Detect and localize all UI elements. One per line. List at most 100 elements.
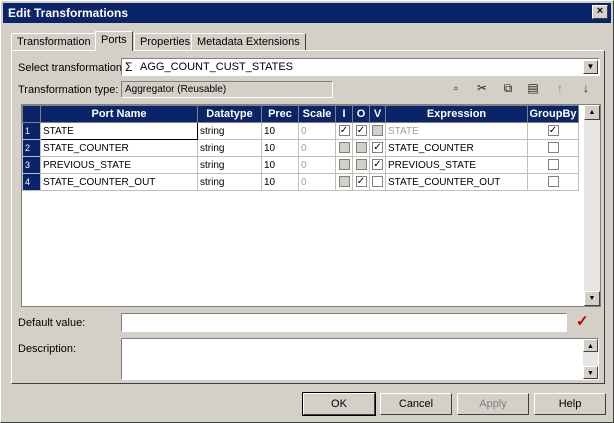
- input-port[interactable]: [335, 156, 353, 174]
- table-row[interactable]: 4 STATE_COUNTER_OUT string 10 0 ✓ STATE_COUNTE…: [22, 173, 579, 191]
- description-label: Description:: [18, 343, 77, 355]
- apply-button[interactable]: Apply: [457, 393, 529, 415]
- row-number[interactable]: 3: [22, 156, 41, 174]
- scale-cell[interactable]: 0: [298, 156, 336, 174]
- port-name-cell[interactable]: STATE: [40, 122, 198, 140]
- input-port[interactable]: [335, 173, 353, 191]
- help-button[interactable]: Help: [534, 393, 606, 415]
- input-port-checkbox[interactable]: [338, 142, 350, 154]
- output-port[interactable]: [352, 139, 370, 157]
- prec-cell[interactable]: 10: [261, 173, 299, 191]
- groupby-checkbox[interactable]: [547, 159, 559, 171]
- port-name-cell[interactable]: PREVIOUS_STATE: [40, 156, 198, 174]
- ok-button[interactable]: OK: [302, 392, 376, 416]
- groupby[interactable]: [527, 139, 579, 157]
- select-transformation-combo[interactable]: Σ AGG_COUNT_CUST_STATES ▼: [121, 58, 600, 76]
- select-transformation-value: AGG_COUNT_CUST_STATES: [140, 61, 294, 73]
- column-scale[interactable]: Scale: [298, 105, 336, 123]
- table-row[interactable]: 3 PREVIOUS_STATE string 10 0 ✓ PREVIOUS_STATE: [22, 156, 579, 174]
- expression-cell[interactable]: STATE: [385, 122, 528, 140]
- desc-scroll-down-icon[interactable]: ▼: [583, 366, 598, 379]
- groupby[interactable]: [527, 156, 579, 174]
- tab-properties[interactable]: Properties: [134, 33, 197, 51]
- datatype-cell[interactable]: string: [197, 156, 262, 174]
- prec-cell[interactable]: 10: [261, 122, 299, 140]
- groupby-checkbox[interactable]: [547, 176, 559, 188]
- groupby[interactable]: [527, 173, 579, 191]
- row-number[interactable]: 4: [22, 173, 41, 191]
- column-datatype[interactable]: Datatype: [197, 105, 262, 123]
- datatype-cell[interactable]: string: [197, 173, 262, 191]
- scroll-up-icon[interactable]: ▲: [584, 105, 600, 120]
- description-scrollbar[interactable]: ▲ ▼: [583, 339, 598, 379]
- input-port-checkbox[interactable]: [338, 159, 350, 171]
- port-name-cell[interactable]: STATE_COUNTER_OUT: [40, 173, 198, 191]
- default-value-field[interactable]: [121, 313, 567, 332]
- column-expression[interactable]: Expression: [385, 105, 528, 123]
- output-port[interactable]: ✓: [352, 173, 370, 191]
- grid-scrollbar[interactable]: ▲ ▼: [584, 105, 600, 306]
- variable-port-checkbox[interactable]: [372, 125, 383, 137]
- column-port-name[interactable]: Port Name: [40, 105, 198, 123]
- title-bar: Edit Transformations ×: [3, 3, 611, 23]
- tab-ports[interactable]: Ports: [95, 31, 133, 51]
- variable-port-checkbox[interactable]: [372, 176, 383, 188]
- input-port[interactable]: ✓: [335, 122, 353, 140]
- output-port[interactable]: [352, 156, 370, 174]
- groupby[interactable]: ✓: [527, 122, 579, 140]
- move-down-icon[interactable]: ↓: [577, 80, 595, 96]
- header-row: Port Name Datatype Prec Scale I O V Expr…: [22, 105, 579, 123]
- column-variable[interactable]: V: [369, 105, 386, 123]
- input-port[interactable]: [335, 139, 353, 157]
- row-number[interactable]: 1: [22, 122, 41, 140]
- prec-cell[interactable]: 10: [261, 156, 299, 174]
- input-port-checkbox[interactable]: ✓: [338, 125, 350, 137]
- scale-cell[interactable]: 0: [298, 139, 336, 157]
- row-number[interactable]: 2: [22, 139, 41, 157]
- scale-cell[interactable]: 0: [298, 122, 336, 140]
- column-input[interactable]: I: [335, 105, 353, 123]
- paste-icon[interactable]: ▤: [524, 80, 542, 96]
- datatype-cell[interactable]: string: [197, 122, 262, 140]
- datatype-cell[interactable]: string: [197, 139, 262, 157]
- variable-port[interactable]: [369, 122, 386, 140]
- column-groupby[interactable]: GroupBy: [527, 105, 579, 123]
- variable-port[interactable]: ✓: [369, 139, 386, 157]
- chevron-down-icon[interactable]: ▼: [583, 60, 598, 74]
- new-port-icon[interactable]: ▫: [447, 80, 465, 96]
- column-output[interactable]: O: [352, 105, 370, 123]
- expression-cell[interactable]: PREVIOUS_STATE: [385, 156, 528, 174]
- variable-port-checkbox[interactable]: ✓: [372, 142, 383, 154]
- expression-cell[interactable]: STATE_COUNTER: [385, 139, 528, 157]
- groupby-checkbox[interactable]: ✓: [547, 125, 559, 137]
- groupby-checkbox[interactable]: [547, 142, 559, 154]
- copy-icon[interactable]: ⧉: [499, 80, 517, 96]
- close-icon[interactable]: ×: [592, 5, 608, 19]
- tab-transformation[interactable]: Transformation: [11, 33, 97, 51]
- scale-cell[interactable]: 0: [298, 173, 336, 191]
- cut-icon[interactable]: ✂: [473, 80, 491, 96]
- validate-check-icon[interactable]: ✓: [576, 312, 589, 330]
- cancel-button[interactable]: Cancel: [380, 393, 452, 415]
- output-port-checkbox[interactable]: [355, 159, 367, 171]
- input-port-checkbox[interactable]: [338, 176, 350, 188]
- variable-port[interactable]: ✓: [369, 156, 386, 174]
- output-port[interactable]: ✓: [352, 122, 370, 140]
- output-port-checkbox[interactable]: ✓: [355, 176, 367, 188]
- variable-port-checkbox[interactable]: ✓: [372, 159, 383, 171]
- ports-table: Port Name Datatype Prec Scale I O V Expr…: [22, 105, 579, 191]
- description-field[interactable]: ▲ ▼: [121, 338, 599, 380]
- table-row[interactable]: 1 STATE string 10 0 ✓ ✓ STATE ✓: [22, 122, 579, 140]
- output-port-checkbox[interactable]: [355, 142, 367, 154]
- move-up-icon[interactable]: ↑: [551, 80, 569, 96]
- scroll-down-icon[interactable]: ▼: [584, 291, 600, 306]
- desc-scroll-up-icon[interactable]: ▲: [583, 339, 598, 352]
- table-row[interactable]: 2 STATE_COUNTER string 10 0 ✓ STATE_COUNTER: [22, 139, 579, 157]
- port-name-cell[interactable]: STATE_COUNTER: [40, 139, 198, 157]
- output-port-checkbox[interactable]: ✓: [355, 125, 367, 137]
- column-prec[interactable]: Prec: [261, 105, 299, 123]
- expression-cell[interactable]: STATE_COUNTER_OUT: [385, 173, 528, 191]
- variable-port[interactable]: [369, 173, 386, 191]
- prec-cell[interactable]: 10: [261, 139, 299, 157]
- tab-metadata-extensions[interactable]: Metadata Extensions: [191, 33, 306, 51]
